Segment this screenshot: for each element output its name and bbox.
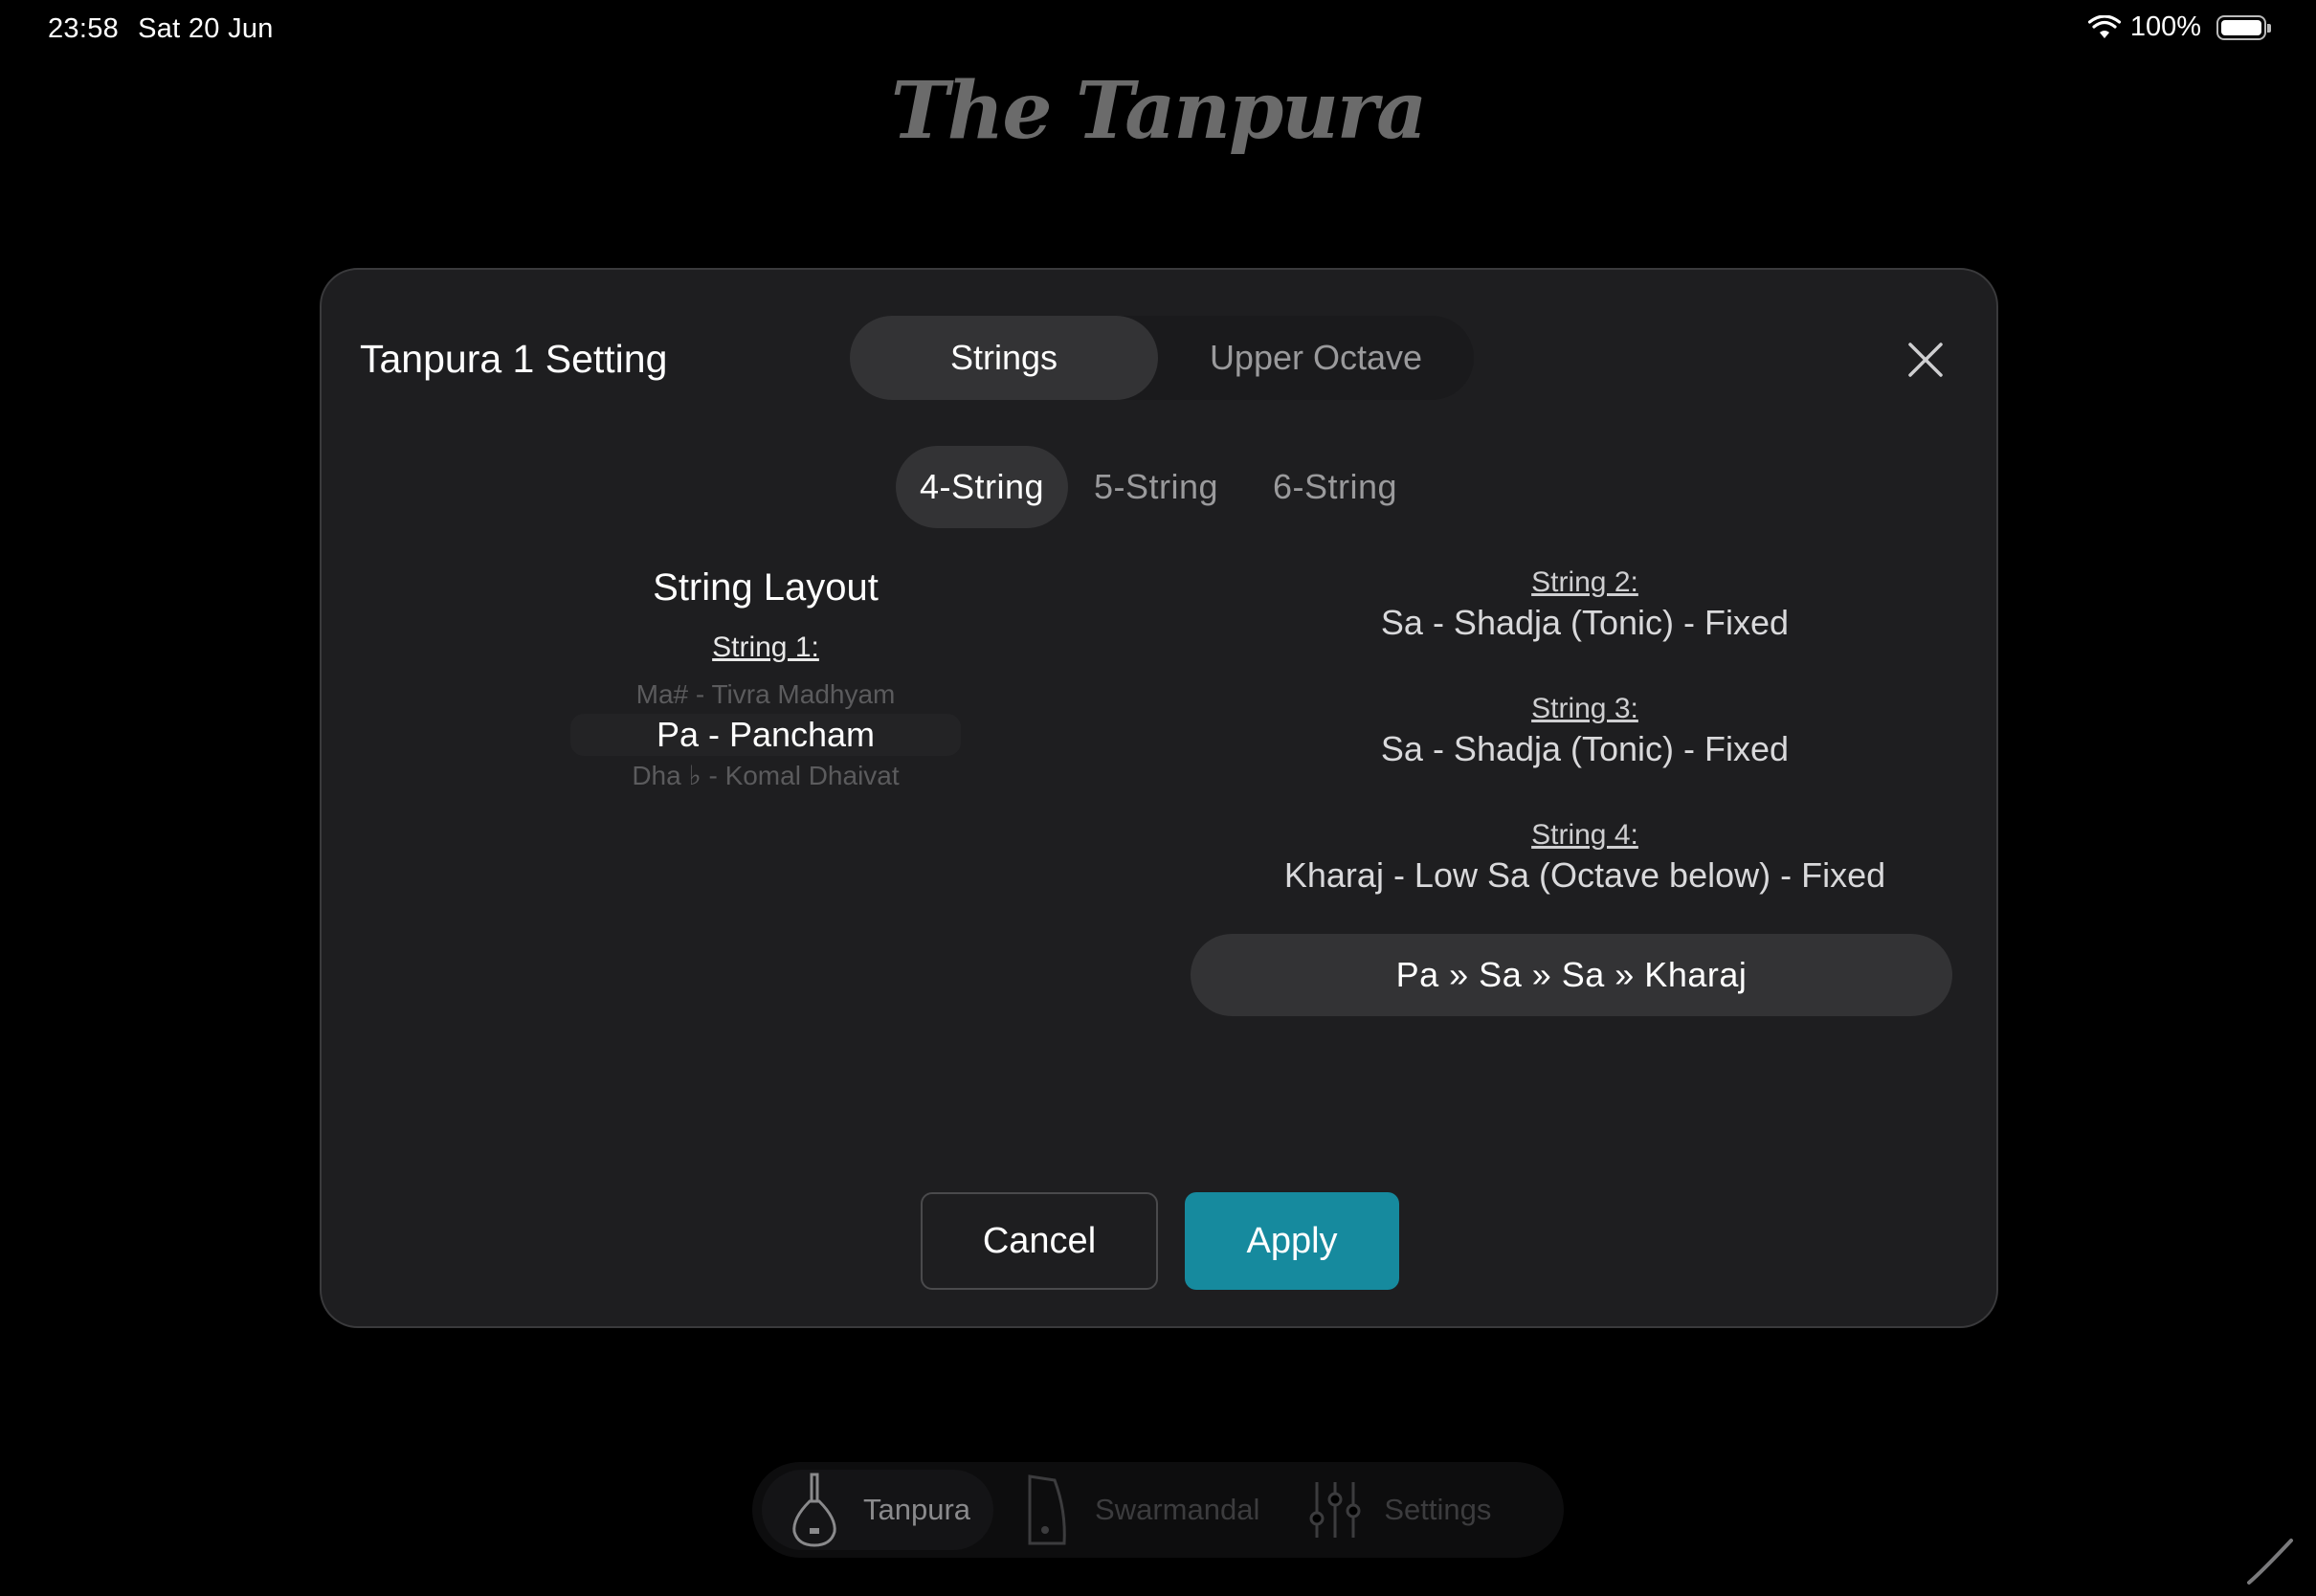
scribble-indicator-icon <box>2247 1539 2293 1585</box>
battery-percent: 100% <box>2129 11 2201 42</box>
tanpura-settings-modal: Tanpura 1 Setting Strings Upper Octave 4… <box>320 268 1998 1328</box>
close-icon[interactable] <box>1904 339 1947 381</box>
picker-option-below[interactable]: Dha ♭ - Komal Dhaivat <box>551 760 980 791</box>
tab-tanpura-label: Tanpura <box>863 1493 971 1526</box>
picker-option-selected[interactable]: Pa - Pancham <box>570 714 961 756</box>
status-date: Sat 20 Jun <box>138 13 274 44</box>
tanpura-icon <box>792 1473 836 1547</box>
wifi-icon <box>2087 14 2121 38</box>
modal-title: Tanpura 1 Setting <box>360 337 668 381</box>
cancel-button[interactable]: Cancel <box>921 1192 1158 1290</box>
string1-label: String 1: <box>712 632 819 663</box>
string3-info: String 3: Sa - Shadja (Tonic) - Fixed <box>1192 693 1977 769</box>
status-time-date: 23:58 Sat 20 Jun <box>48 13 293 45</box>
tab-4-string[interactable]: 4-String <box>896 446 1068 528</box>
tab-5-string[interactable]: 5-String <box>1068 446 1244 528</box>
tab-tanpura[interactable]: Tanpura <box>762 1470 994 1550</box>
string4-info: String 4: Kharaj - Low Sa (Octave below)… <box>1192 819 1977 896</box>
tab-upper-octave[interactable]: Upper Octave <box>1158 316 1474 400</box>
string3-label: String 3: <box>1531 693 1638 724</box>
app-logo: The Tanpura <box>890 65 1428 157</box>
string4-value: Kharaj - Low Sa (Octave below) - Fixed <box>1283 855 1886 895</box>
string2-label: String 2: <box>1531 566 1638 598</box>
apply-button[interactable]: Apply <box>1185 1192 1399 1290</box>
string-count-control: 4-String 5-String 6-String <box>896 446 1426 528</box>
tab-strings[interactable]: Strings <box>850 316 1158 400</box>
tab-swarmandal[interactable]: Swarmandal <box>993 1470 1282 1550</box>
tab-swarmandal-label: Swarmandal <box>1095 1493 1260 1526</box>
string-sequence-summary: Pa » Sa » Sa » Kharaj <box>1191 934 1952 1016</box>
string4-label: String 4: <box>1531 819 1638 851</box>
status-right: 100% <box>2087 11 2271 43</box>
tab-settings[interactable]: Settings <box>1282 1470 1514 1550</box>
tab-settings-label: Settings <box>1384 1493 1492 1526</box>
string1-picker[interactable]: Ma# - Tivra Madhyam Pa - Pancham Dha ♭ -… <box>551 672 980 792</box>
sliders-icon <box>1309 1482 1361 1538</box>
string2-value: Sa - Shadja (Tonic) - Fixed <box>1380 603 1790 642</box>
picker-option-above[interactable]: Ma# - Tivra Madhyam <box>551 679 980 710</box>
swarmandal-icon <box>1028 1474 1066 1545</box>
string-layout-heading: String Layout <box>653 566 879 609</box>
status-time: 23:58 <box>48 13 120 44</box>
tab-6-string[interactable]: 6-String <box>1244 446 1426 528</box>
string2-info: String 2: Sa - Shadja (Tonic) - Fixed <box>1192 566 1977 643</box>
string3-value: Sa - Shadja (Tonic) - Fixed <box>1380 729 1790 768</box>
settings-tab-control: Strings Upper Octave <box>850 316 1474 400</box>
bottom-tab-bar: Tanpura Swarmandal Settings <box>752 1462 1564 1558</box>
battery-icon <box>2216 14 2271 40</box>
screen: 23:58 Sat 20 Jun 100% The Tanpura Tanpura… <box>0 0 2316 1596</box>
